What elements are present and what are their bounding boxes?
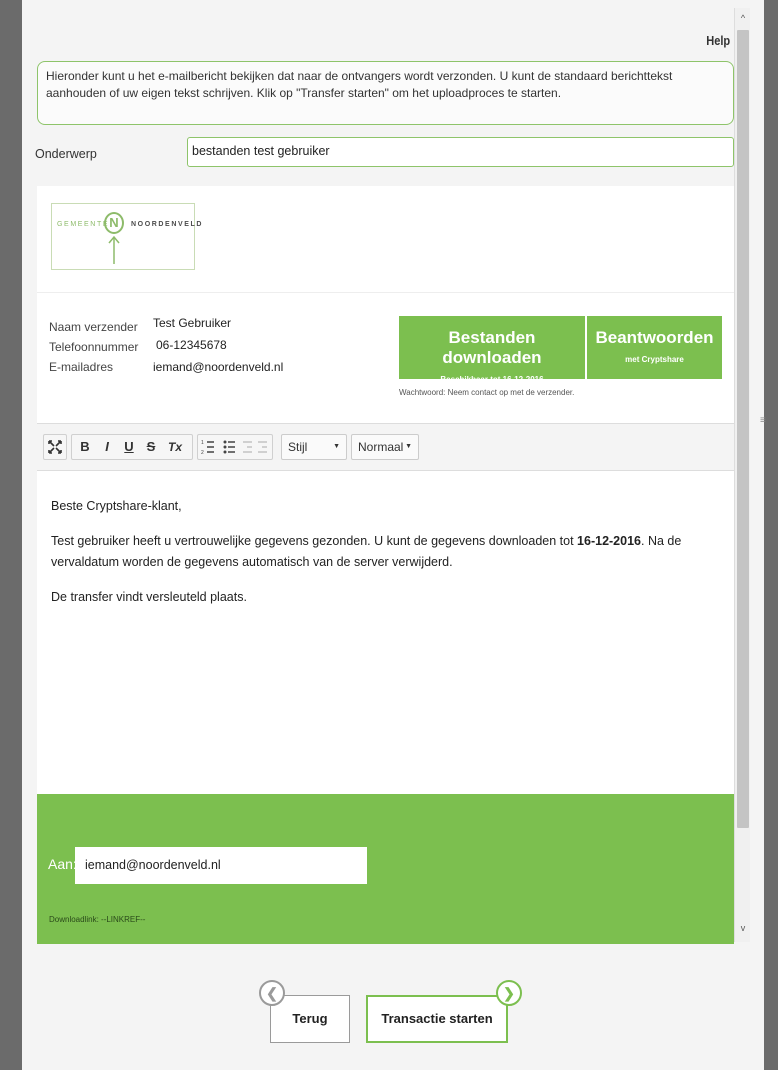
svg-text:2: 2	[201, 450, 204, 456]
chevron-down-icon: ▼	[405, 443, 412, 450]
maximize-button[interactable]	[43, 434, 67, 460]
expiry-date: 16-12-2016	[577, 534, 641, 548]
greeting-text: Beste Cryptshare-klant,	[51, 499, 182, 513]
info-box: Hieronder kunt u het e-mailbericht bekij…	[37, 61, 734, 125]
format-select[interactable]: Normaal ▼	[351, 434, 419, 460]
downloadlink-text: Downloadlink: --LINKREF--	[49, 915, 146, 924]
sender-labels: Naam verzender Telefoonnummer E-mailadre…	[49, 317, 138, 377]
download-button[interactable]: Bestanden downloaden Beschikbaar tot 16-…	[399, 316, 585, 384]
style-select-value: Stijl	[288, 440, 308, 454]
sender-phone-value: 06-12345678	[156, 338, 227, 352]
scroll-thumb[interactable]	[737, 30, 749, 828]
chevron-right-icon[interactable]: ❯	[496, 980, 522, 1006]
start-transaction-button[interactable]: Transactie starten	[366, 995, 508, 1043]
subject-input[interactable]: bestanden test gebruiker	[187, 137, 734, 167]
style-select[interactable]: Stijl ▼	[281, 434, 347, 460]
editor-toolbar: B I U S Tx 1 2 Stijl ▼ Normaal ▼	[37, 423, 734, 471]
outdent-icon	[243, 441, 252, 453]
info-text: Hieronder kunt u het e-mailbericht bekij…	[46, 69, 673, 100]
reply-button-title: Beantwoorden	[595, 328, 714, 347]
list-group: 1 2	[197, 434, 273, 460]
scroll-down-icon[interactable]: v	[735, 920, 751, 936]
logo-arrow-icon	[108, 235, 120, 264]
reply-button-subtitle: met Cryptshare	[625, 355, 684, 364]
sender-name-label: Naam verzender	[49, 320, 138, 334]
indent-icon	[258, 441, 267, 453]
aan-label: Aan:	[48, 856, 77, 872]
help-link[interactable]: Help	[706, 33, 730, 48]
download-button-title: Bestanden downloaden	[442, 328, 542, 367]
body-paragraph: Test gebruiker heeft u vertrouwelijke ge…	[51, 531, 720, 573]
subject-label: Onderwerp	[35, 147, 97, 161]
bold-button[interactable]: B	[75, 435, 95, 459]
strike-button[interactable]: S	[141, 435, 161, 459]
sender-phone-label: Telefoonnummer	[49, 340, 139, 354]
sender-email-value: iemand@noordenveld.nl	[153, 360, 284, 374]
logo-n-icon: N	[104, 212, 124, 234]
page: Help Hieronder kunt u het e-mailbericht …	[22, 0, 766, 1070]
italic-button[interactable]: I	[97, 435, 117, 459]
maximize-icon	[48, 440, 62, 454]
chevron-down-icon: ▼	[333, 443, 340, 450]
back-button[interactable]: Terug	[270, 995, 350, 1043]
remove-format-button[interactable]: Tx	[163, 435, 187, 459]
svg-text:1: 1	[201, 440, 204, 446]
email-preview: GEMEENTE N NOORDENVELD Naam verzender Te…	[37, 186, 734, 944]
resize-grip-icon[interactable]: ≡	[760, 415, 766, 426]
sender-values: Test Gebruiker 06-12345678 iemand@noorde…	[153, 312, 283, 378]
password-note: Wachtwoord: Neem contact op met de verze…	[399, 388, 575, 397]
logo-text-right: NOORDENVELD	[131, 221, 204, 228]
closing-text: De transfer vindt versleuteld plaats.	[51, 590, 247, 604]
message-editor[interactable]: Beste Cryptshare-klant, Test gebruiker h…	[37, 472, 734, 794]
bullet-list-icon	[223, 440, 235, 454]
reply-button[interactable]: Beantwoorden met Cryptshare	[587, 316, 722, 379]
logo-text-left: GEMEENTE	[57, 221, 110, 228]
underline-button[interactable]: U	[119, 435, 139, 459]
format-select-value: Normaal	[358, 440, 404, 454]
sender-name-value: Test Gebruiker	[153, 316, 232, 330]
body-text-1: Test gebruiker heeft u vertrouwelijke ge…	[51, 534, 578, 548]
download-button-subtitle: Beschikbaar tot 16-12-2016	[440, 375, 544, 384]
divider	[37, 292, 734, 293]
recipient-footer: Aan: iemand@noordenveld.nl Downloadlink:…	[37, 794, 734, 944]
recipient-input[interactable]: iemand@noordenveld.nl	[75, 847, 367, 884]
scrollbar[interactable]: ^ v	[734, 8, 750, 942]
sender-email-label: E-mailadres	[49, 360, 114, 374]
scroll-up-icon[interactable]: ^	[735, 10, 751, 26]
chevron-left-icon[interactable]: ❮	[259, 980, 285, 1006]
numbered-list-icon: 1 2	[201, 440, 214, 456]
logo: GEMEENTE N NOORDENVELD	[51, 203, 201, 270]
